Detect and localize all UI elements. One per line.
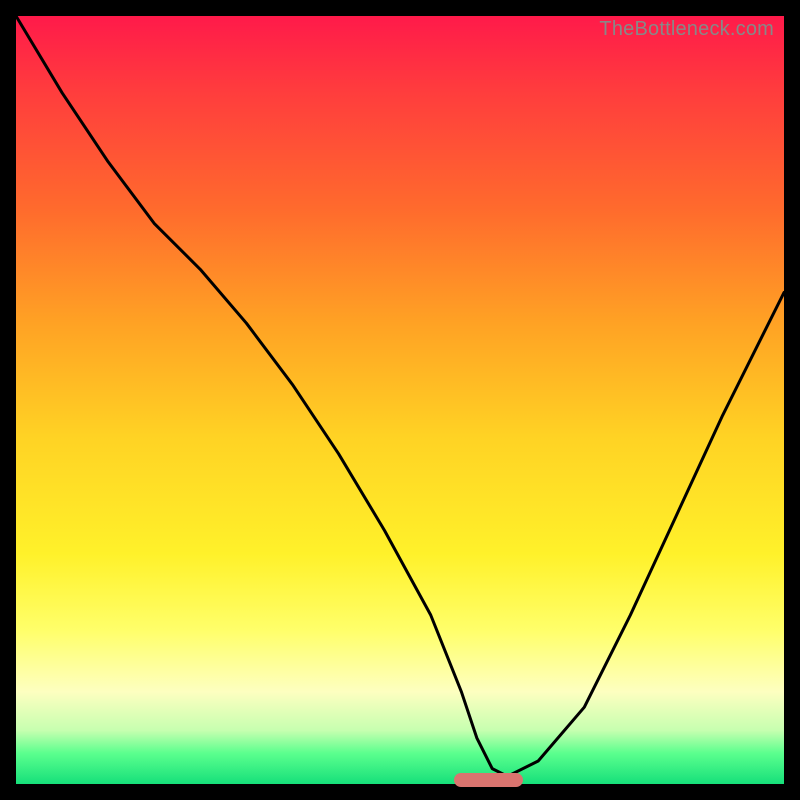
- curve-path: [16, 16, 784, 776]
- plot-area: TheBottleneck.com: [16, 16, 784, 784]
- optimal-marker: [454, 773, 523, 787]
- bottleneck-curve: [16, 16, 784, 784]
- chart-frame: TheBottleneck.com: [0, 0, 800, 800]
